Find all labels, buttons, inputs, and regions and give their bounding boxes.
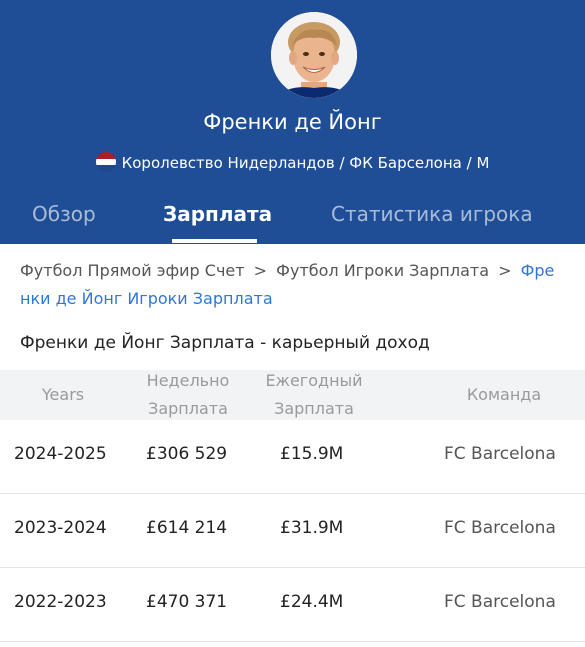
cell-team[interactable]: FC Barcelona — [444, 444, 556, 464]
page-subtitle: Френки де Йонг Зарплата - карьерный дохо… — [20, 333, 430, 353]
column-header-team-label: Команда — [466, 385, 542, 404]
cell-weekly: £306 529 — [146, 444, 228, 464]
salary-table-header: Years Недельно Зарплата Ежегодный Зарпла… — [0, 370, 585, 420]
breadcrumb-current-continued[interactable]: нки де Йонг Игроки Зарплата — [20, 285, 585, 313]
player-avatar — [271, 12, 357, 98]
column-header-annual-line1: Ежегодный — [265, 371, 363, 390]
breadcrumb-current[interactable]: Фре — [521, 261, 555, 280]
cell-weekly: £614 214 — [146, 518, 228, 538]
tab-overview[interactable]: Обзор — [32, 202, 96, 226]
cell-team[interactable]: FC Barcelona — [444, 518, 556, 538]
table-row: 2023-2024 £614 214 £31.9M FC Barcelona — [0, 494, 585, 568]
cell-annual: £31.9M — [280, 518, 344, 538]
cell-weekly: £470 371 — [146, 592, 228, 612]
cell-team[interactable]: FC Barcelona — [444, 592, 556, 612]
column-header-annual: Ежегодный Зарплата — [250, 367, 378, 423]
chevron-right-icon: > — [253, 261, 268, 280]
tab-bar: Обзор Зарплата Статистика игрока — [0, 196, 585, 244]
column-header-annual-line2: Зарплата — [274, 399, 354, 418]
cell-annual: £24.4M — [280, 592, 344, 612]
breadcrumb-item-live-scores[interactable]: Футбол Прямой эфир Счет — [20, 261, 245, 280]
active-tab-indicator — [172, 239, 257, 243]
tab-player-stats[interactable]: Статистика игрока — [331, 202, 533, 226]
cell-years: 2024-2025 — [14, 444, 107, 464]
column-header-years-label: Years — [41, 385, 85, 404]
cell-annual: £15.9M — [280, 444, 344, 464]
player-meta: Королевство Нидерландов / ФК Барселона /… — [0, 152, 585, 172]
column-header-weekly-line2: Зарплата — [148, 399, 228, 418]
column-header-years: Years — [20, 381, 106, 409]
cell-years: 2023-2024 — [14, 518, 107, 538]
column-header-weekly-line1: Недельно — [146, 371, 230, 390]
table-row: 2022-2023 £470 371 £24.4M FC Barcelona — [0, 568, 585, 642]
country-club-text: Королевство Нидерландов / ФК Барселона /… — [121, 154, 490, 172]
player-name: Френки де Йонг — [203, 110, 382, 134]
breadcrumb-item-player-salaries[interactable]: Футбол Игроки Зарплата — [276, 261, 489, 280]
breadcrumb: Футбол Прямой эфир Счет > Футбол Игроки … — [20, 257, 585, 313]
column-header-weekly: Недельно Зарплата — [128, 367, 248, 423]
tab-salary[interactable]: Зарплата — [163, 202, 272, 226]
table-row: 2024-2025 £306 529 £15.9M FC Barcelona — [0, 420, 585, 494]
chevron-right-icon: > — [498, 261, 512, 280]
cell-years: 2022-2023 — [14, 592, 107, 612]
column-header-team: Команда — [440, 381, 568, 409]
netherlands-flag-icon — [95, 152, 116, 172]
player-header: Френки де Йонг Королевство Нидерландов /… — [0, 0, 585, 244]
